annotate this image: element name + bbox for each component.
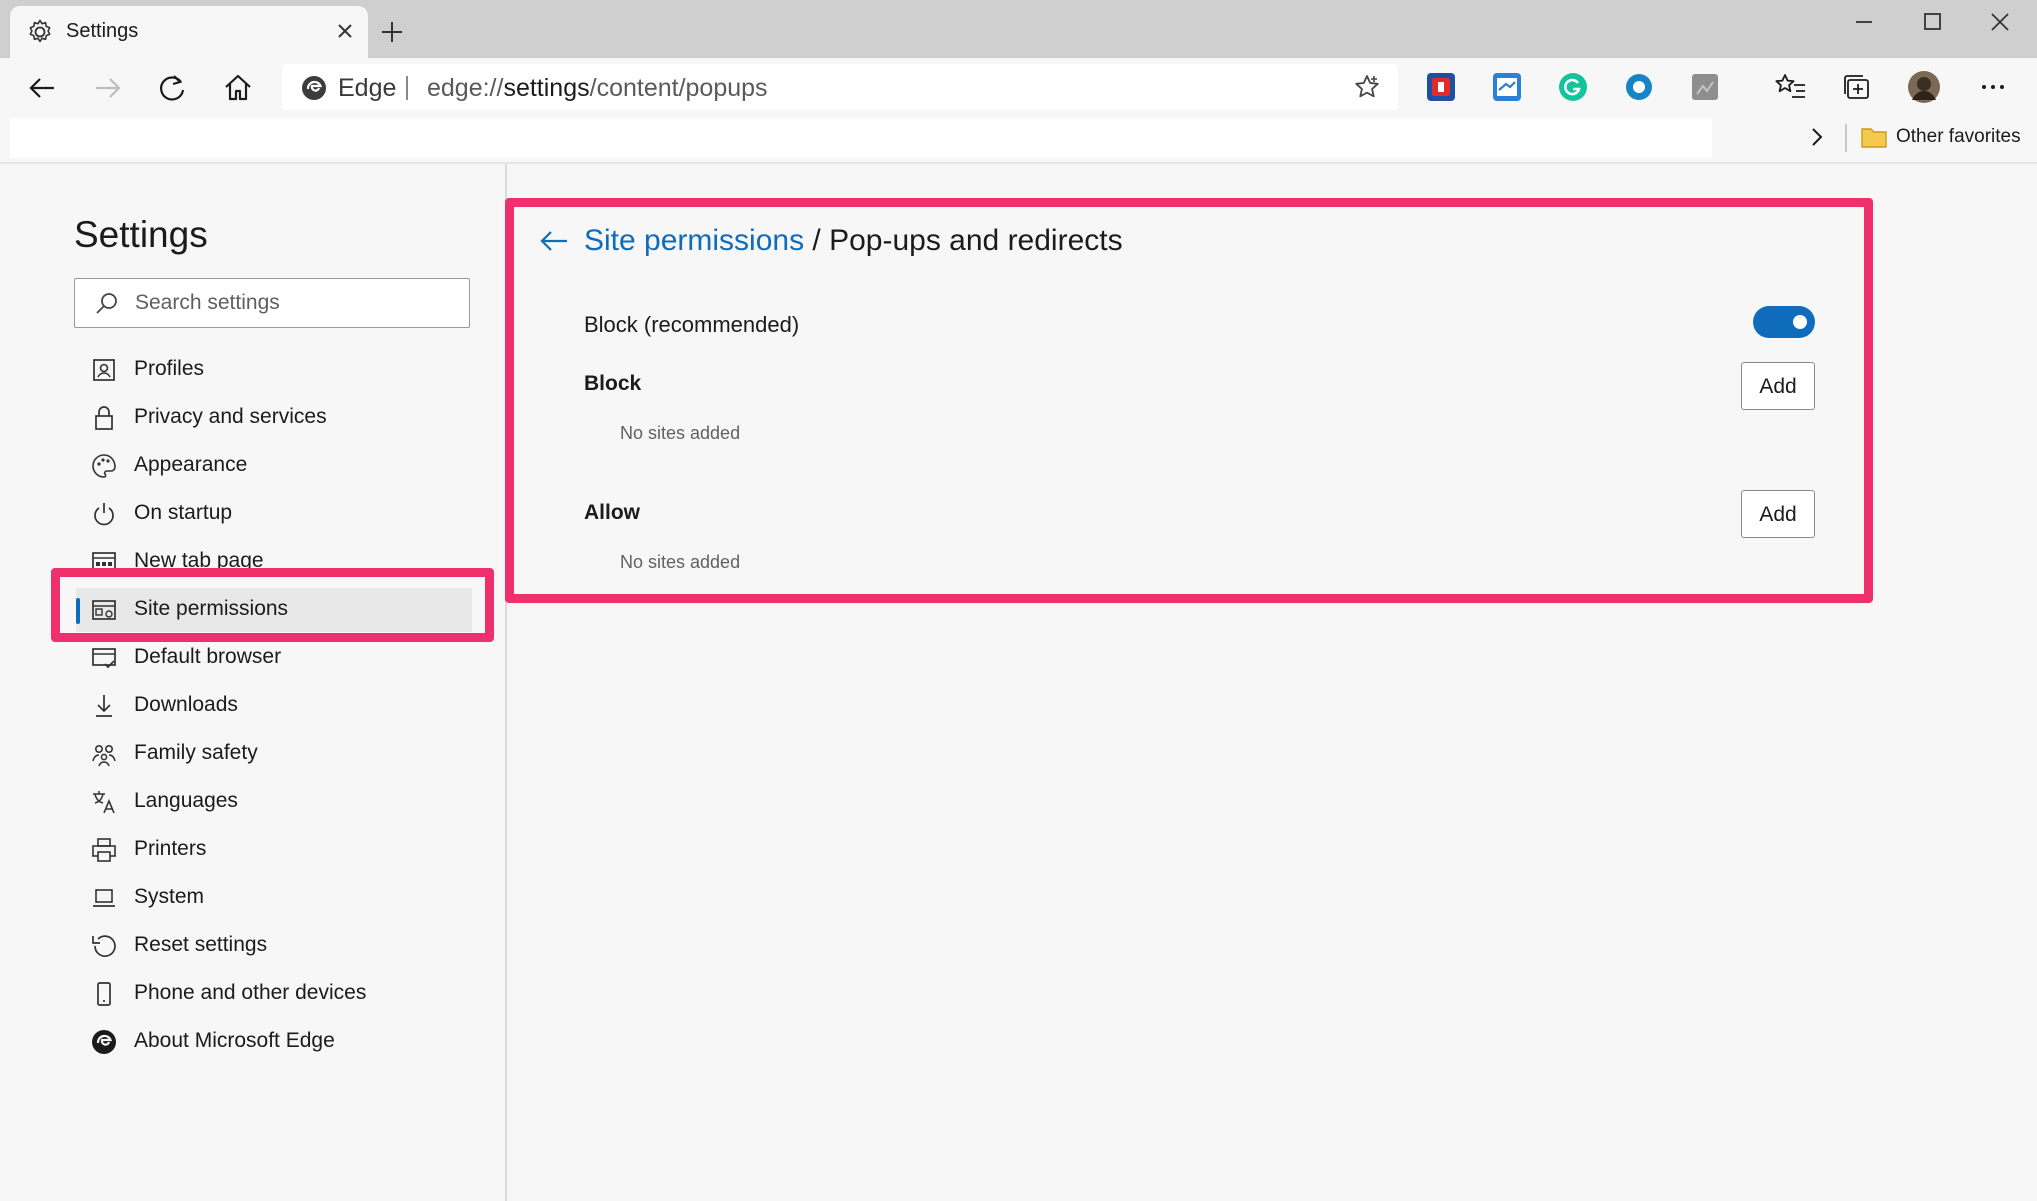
sidebar-title: Settings (74, 214, 208, 255)
download-icon (96, 695, 112, 717)
sidebar-item-label: Appearance (134, 453, 248, 476)
sidebar-item-downloads[interactable]: Downloads (76, 684, 472, 728)
forward-icon[interactable] (88, 68, 128, 108)
sidebar-item-label: Reset settings (134, 933, 268, 956)
sidebar-item-default-browser[interactable]: Default browser (76, 636, 472, 680)
sidebar-item-system[interactable]: System (76, 876, 472, 920)
address-separator (406, 76, 408, 100)
palette-icon (92, 454, 116, 478)
browser-tab-settings[interactable]: Settings (10, 6, 368, 58)
other-favorites-link[interactable]: Other favorites (1896, 126, 2021, 148)
chevron-right-icon[interactable] (1806, 124, 1828, 150)
sidebar-item-languages[interactable]: Languages (76, 780, 472, 824)
favorites-divider (1845, 124, 1847, 152)
window-close-icon[interactable] (1970, 4, 2030, 40)
lock-icon (95, 406, 113, 430)
sidebar-item-privacy[interactable]: Privacy and services (76, 396, 472, 440)
highlight-box-site-permissions (51, 568, 494, 642)
sidebar-item-appearance[interactable]: Appearance (76, 444, 472, 488)
search-icon (96, 293, 117, 314)
sidebar-item-label: Printers (134, 837, 207, 860)
sidebar-item-family-safety[interactable]: Family safety (76, 732, 472, 776)
sidebar-item-label: Phone and other devices (134, 981, 367, 1004)
browser-toolbar: Edge edge://settings/content/popups (0, 58, 2037, 116)
new-tab-plus-icon[interactable] (376, 16, 408, 48)
sidebar-item-label: Profiles (134, 357, 205, 380)
search-input[interactable] (135, 287, 455, 319)
settings-sidebar: Settings Profiles Privacy and services A… (0, 164, 507, 1201)
sidebar-item-profiles[interactable]: Profiles (76, 348, 472, 392)
folder-icon[interactable] (1860, 124, 1888, 150)
collections-icon[interactable] (1840, 70, 1874, 104)
profile-icon (93, 359, 115, 381)
extension-ring-icon[interactable] (1622, 70, 1656, 104)
sidebar-item-about-edge[interactable]: About Microsoft Edge (76, 1020, 472, 1064)
avatar[interactable] (1907, 70, 1941, 104)
sidebar-item-label: Family safety (134, 741, 258, 764)
printer-icon (92, 838, 116, 862)
sidebar-item-label: Downloads (134, 693, 238, 716)
sidebar-item-label: Languages (134, 789, 238, 812)
favorites-bar-empty-area (10, 118, 1712, 158)
grammarly-icon[interactable] (1556, 70, 1590, 104)
favorites-bar: Other favorites (0, 116, 2037, 162)
sidebar-item-on-startup[interactable]: On startup (76, 492, 472, 536)
maximize-icon[interactable] (1902, 4, 1962, 40)
more-options-icon[interactable] (1976, 70, 2010, 104)
title-bar: Settings (0, 0, 2037, 58)
favorites-list-icon[interactable] (1774, 70, 1808, 104)
address-url[interactable]: edge://settings/content/popups (427, 74, 768, 103)
minimize-icon[interactable] (1834, 4, 1894, 40)
highlight-box-popups-panel (505, 198, 1873, 603)
search-box[interactable] (74, 278, 470, 328)
sidebar-item-label: System (134, 885, 205, 908)
sidebar-item-label: About Microsoft Edge (134, 1029, 335, 1052)
laptop-icon (93, 889, 115, 907)
sidebar-item-printers[interactable]: Printers (76, 828, 472, 872)
extension-gray-icon[interactable] (1688, 70, 1722, 104)
address-bar[interactable]: Edge edge://settings/content/popups (282, 64, 1398, 110)
power-icon (94, 503, 114, 526)
sidebar-item-phone-devices[interactable]: Phone and other devices (76, 972, 472, 1016)
back-icon[interactable] (22, 68, 62, 108)
home-icon[interactable] (218, 68, 258, 108)
sidebar-item-label: On startup (134, 501, 233, 524)
extension-red-icon[interactable] (1424, 70, 1458, 104)
refresh-icon[interactable] (152, 68, 192, 108)
sidebar-item-reset-settings[interactable]: Reset settings (76, 924, 472, 968)
address-site-name: Edge (338, 74, 397, 102)
sidebar-item-label: Privacy and services (134, 405, 327, 428)
edge-logo-icon (92, 1030, 116, 1054)
languages-icon (93, 791, 115, 814)
default-browser-icon (92, 648, 116, 669)
favorite-star-icon[interactable] (1352, 72, 1382, 102)
gear-icon (29, 19, 51, 43)
reset-icon (92, 935, 116, 957)
extension-blue-icon[interactable] (1490, 70, 1524, 104)
phone-icon (97, 982, 111, 1006)
family-icon (92, 745, 116, 767)
edge-logo-icon (302, 76, 326, 100)
close-icon[interactable] (330, 16, 360, 46)
tab-title: Settings (66, 20, 139, 42)
sidebar-item-label: Default browser (134, 645, 282, 668)
